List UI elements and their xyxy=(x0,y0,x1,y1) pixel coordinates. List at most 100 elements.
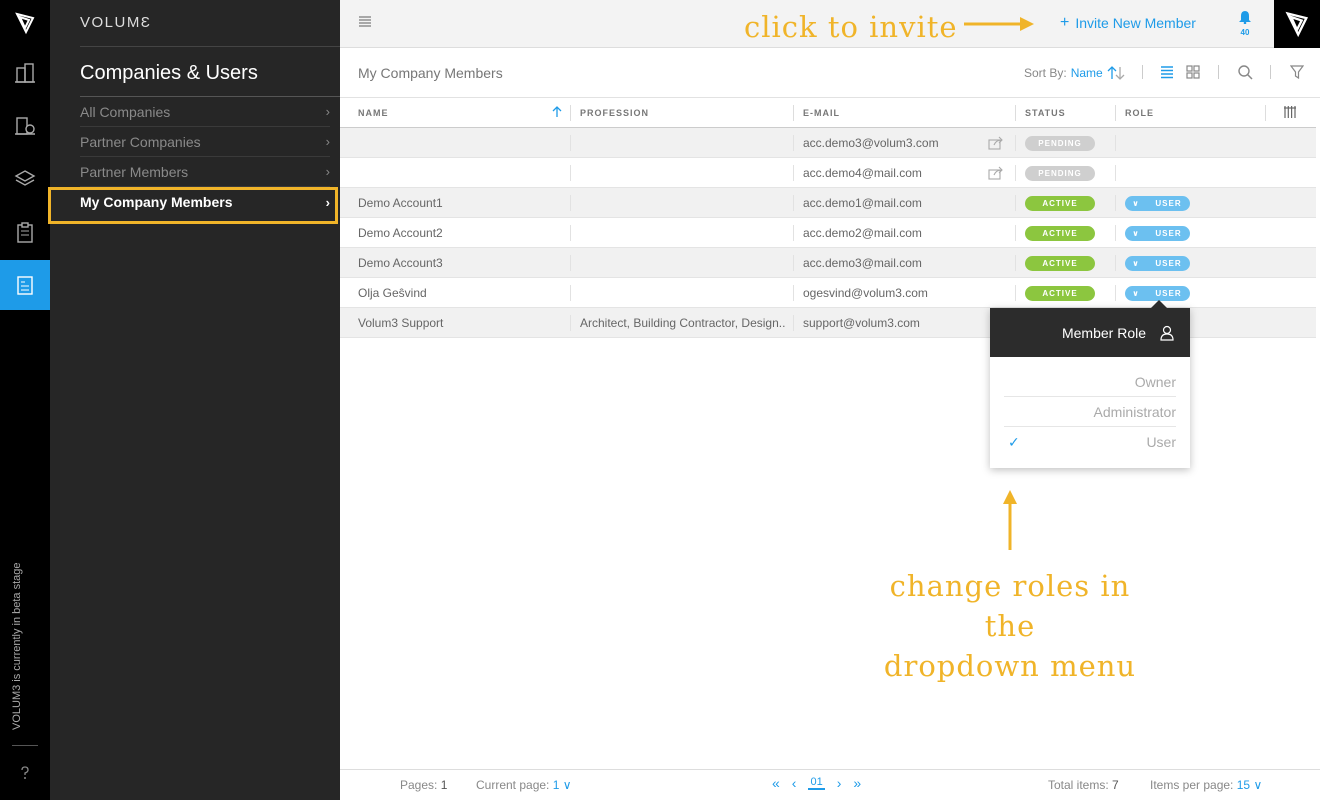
grid-view-icon[interactable] xyxy=(1184,63,1202,81)
column-header-role[interactable]: ROLE xyxy=(1125,98,1154,128)
role-value: USER xyxy=(1155,258,1182,268)
hamburger-menu-icon[interactable] xyxy=(358,15,372,32)
total-items: Total items: 7 xyxy=(1048,778,1119,792)
table-row[interactable]: Demo Account2 acc.demo2@mail.com ACTIVE … xyxy=(340,218,1316,248)
sort-ascending-icon[interactable] xyxy=(552,106,562,121)
chevron-down-icon: ∨ xyxy=(1132,258,1140,268)
arrow-right-icon xyxy=(964,16,1034,35)
sort-order-icon xyxy=(1107,66,1125,80)
plus-icon: + xyxy=(1060,14,1070,31)
list-view-icon[interactable] xyxy=(1158,63,1176,81)
table-row[interactable]: acc.demo3@volum3.com PENDING xyxy=(340,128,1316,158)
help-icon[interactable] xyxy=(0,758,50,788)
cell-divider xyxy=(1015,135,1016,151)
resend-invite-icon[interactable] xyxy=(988,166,1004,183)
last-page-icon[interactable]: » xyxy=(853,775,861,791)
total-label: Total items: xyxy=(1048,778,1109,792)
column-header-email[interactable]: E-MAIL xyxy=(803,98,840,128)
sort-control[interactable]: Sort By: Name xyxy=(1024,66,1125,80)
toolbar-divider xyxy=(1142,65,1143,79)
bell-icon xyxy=(1239,11,1251,25)
first-page-icon[interactable]: « xyxy=(772,775,780,791)
cell-email: acc.demo3@mail.com xyxy=(803,256,922,270)
role-dropdown-button-open[interactable]: ∨ USER xyxy=(1125,285,1190,301)
table-row[interactable]: acc.demo4@mail.com PENDING xyxy=(340,158,1316,188)
table-row[interactable]: Demo Account1 acc.demo1@mail.com ACTIVE … xyxy=(340,188,1316,218)
search-icon[interactable] xyxy=(1236,63,1254,81)
columns-settings-icon[interactable] xyxy=(1283,105,1297,122)
dropdown-options: Owner Administrator ✓ User xyxy=(990,357,1190,457)
cell-role: ∨ USER xyxy=(1125,248,1190,278)
chevron-down-icon: ∨ xyxy=(1132,228,1140,238)
cell-status: PENDING xyxy=(1025,128,1095,158)
brand-divider xyxy=(80,46,340,47)
cell-divider xyxy=(570,135,571,151)
nav-item-label: Partner Companies xyxy=(80,133,201,150)
total-value: 7 xyxy=(1112,778,1119,792)
nav-item-all-companies[interactable]: All Companies › xyxy=(80,97,330,127)
column-divider xyxy=(1015,105,1016,121)
invite-label: Invite New Member xyxy=(1075,15,1196,31)
sort-value: Name xyxy=(1070,66,1103,80)
column-header-status[interactable]: STATUS xyxy=(1025,98,1066,128)
cell-divider xyxy=(1115,225,1116,241)
buildings-icon[interactable] xyxy=(0,48,50,98)
cell-status: ACTIVE xyxy=(1025,278,1095,308)
cell-email: support@volum3.com xyxy=(803,316,920,330)
rail-divider xyxy=(12,745,38,746)
option-label: Owner xyxy=(1134,373,1176,390)
table-row[interactable]: Olja Geŝvind ogesvind@volum3.com ACTIVE … xyxy=(340,278,1316,308)
role-dropdown-button[interactable]: ∨ USER xyxy=(1125,225,1190,241)
role-value: USER xyxy=(1155,288,1182,298)
cell-status: ACTIVE xyxy=(1025,218,1095,248)
annotation-line: dropdown menu xyxy=(883,649,1137,683)
pagination-footer: Pages: 1 Current page: 1 ∨ « ‹ 01 › » To… xyxy=(340,769,1320,800)
current-page-select[interactable]: Current page: 1 ∨ xyxy=(476,778,572,792)
side-panel: VOLUMƐ Companies & Users All Companies ›… xyxy=(48,0,340,800)
cell-divider xyxy=(793,225,794,241)
role-dropdown-button[interactable]: ∨ USER xyxy=(1125,255,1190,271)
resend-invite-icon[interactable] xyxy=(988,136,1004,153)
role-option-administrator[interactable]: Administrator xyxy=(1004,397,1176,427)
pager: « ‹ 01 › » xyxy=(772,775,861,791)
notifications-button[interactable]: 40 xyxy=(1234,10,1256,37)
cell-divider xyxy=(1115,285,1116,301)
clipboard-icon[interactable] xyxy=(0,207,50,257)
filter-icon[interactable] xyxy=(1288,63,1306,81)
table-row[interactable]: Demo Account3 acc.demo3@mail.com ACTIVE … xyxy=(340,248,1316,278)
chevron-down-icon: ∨ xyxy=(1132,198,1140,208)
cell-name: Demo Account1 xyxy=(358,196,443,210)
cell-divider xyxy=(793,165,794,181)
current-page-label: Current page: xyxy=(476,778,550,792)
nav-item-partner-companies[interactable]: Partner Companies › xyxy=(80,127,330,157)
page-title: My Company Members xyxy=(358,65,503,81)
invite-new-member-button[interactable]: + Invite New Member xyxy=(1060,14,1196,32)
role-option-owner[interactable]: Owner xyxy=(1004,367,1176,397)
dropdown-pointer xyxy=(1151,300,1167,308)
cell-divider xyxy=(1015,255,1016,271)
cell-status: PENDING xyxy=(1025,158,1095,188)
members-list-icon[interactable] xyxy=(0,260,50,310)
table-header: NAME PROFESSION E-MAIL STATUS ROLE xyxy=(340,98,1316,128)
pages-label: Pages: xyxy=(400,778,438,792)
volume-logo-icon[interactable] xyxy=(0,0,50,46)
volume-logo-icon[interactable] xyxy=(1274,0,1320,48)
next-page-icon[interactable]: › xyxy=(837,775,842,791)
column-header-profession[interactable]: PROFESSION xyxy=(580,98,649,128)
building-settings-icon[interactable] xyxy=(0,100,50,150)
role-option-user[interactable]: ✓ User xyxy=(1004,427,1176,457)
cell-divider xyxy=(1015,285,1016,301)
cell-profession xyxy=(580,248,785,278)
cell-divider xyxy=(570,195,571,211)
items-per-page-select[interactable]: Items per page: 15 ∨ xyxy=(1150,778,1262,792)
status-badge: PENDING xyxy=(1025,135,1095,151)
cell-divider xyxy=(793,195,794,211)
cell-divider xyxy=(1115,165,1116,181)
role-dropdown-button[interactable]: ∨ USER xyxy=(1125,195,1190,211)
layers-icon[interactable] xyxy=(0,154,50,204)
cell-profession xyxy=(580,158,785,188)
column-header-name[interactable]: NAME xyxy=(358,98,389,128)
page-number[interactable]: 01 xyxy=(808,776,825,790)
nav-item-partner-members[interactable]: Partner Members › xyxy=(80,157,330,187)
previous-page-icon[interactable]: ‹ xyxy=(792,775,797,791)
